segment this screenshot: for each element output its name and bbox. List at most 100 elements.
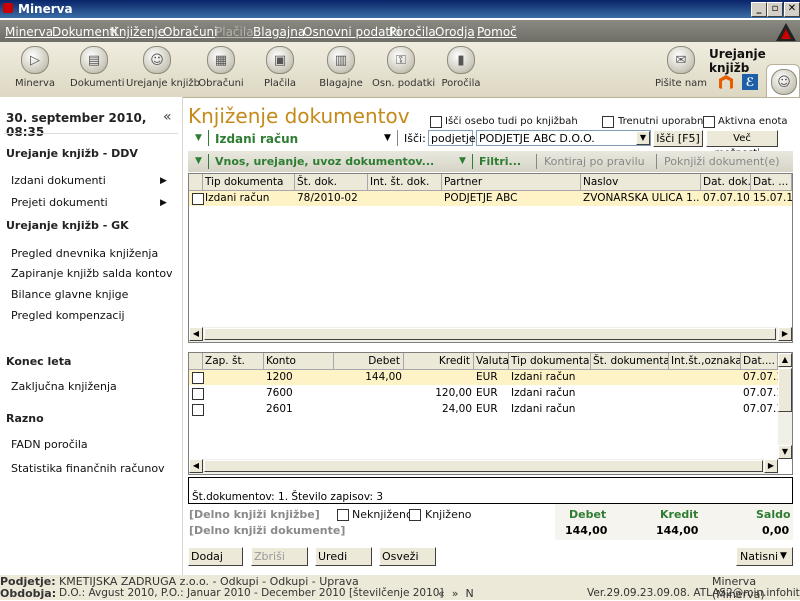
row-checkbox[interactable] — [192, 372, 204, 384]
toolbar-placila[interactable]: ▣ Plačila — [259, 46, 301, 89]
partner-dropdown-icon[interactable]: ▼ — [636, 131, 650, 145]
vec-moznosti-button[interactable]: Več možnosti... — [706, 130, 778, 159]
search-input[interactable]: podjetje — [428, 130, 476, 146]
delno-knjizi-knjizbe[interactable]: [Delno knjiži knjižbe] — [189, 508, 320, 521]
close-button[interactable]: ✕ — [784, 2, 800, 17]
table-row[interactable]: 2601 24,00 EUR Izdani račun 07.07.1 — [189, 402, 778, 417]
chk-isci-po-knjizbah[interactable] — [430, 116, 442, 128]
isci-button[interactable]: Išči [F5] — [653, 130, 703, 147]
minimize-button[interactable]: _ — [751, 2, 767, 17]
app-logo-icon[interactable]: ℰ — [742, 74, 758, 90]
menu-orodja[interactable]: Orodja — [435, 25, 475, 39]
col-st-dok[interactable]: Št. dok. — [295, 174, 368, 190]
zbrisi-button[interactable]: Zbriši — [251, 547, 308, 566]
nav-izdani-dokumenti[interactable]: Izdani dokumenti — [11, 174, 106, 187]
row-checkbox[interactable] — [192, 388, 204, 400]
period-nav-buttons[interactable]: « » N — [438, 587, 474, 600]
dropdown-arrow-icon[interactable]: ▼ — [384, 133, 391, 143]
delno-knjizi-dokumente[interactable]: [Delno knjiži dokumente] — [189, 524, 345, 537]
menu-knjizenje[interactable]: Knjiženje — [111, 25, 165, 39]
scroll-thumb[interactable] — [778, 368, 792, 412]
toolbar-dokumenti[interactable]: ▤ Dokumenti — [70, 46, 125, 89]
nav-pregled-dnevnika[interactable]: Pregled dnevnika knjiženja — [11, 247, 158, 260]
scroll-up-icon[interactable]: ▲ — [778, 353, 792, 367]
menu-blagajna[interactable]: Blagajna — [253, 25, 305, 39]
col-int-st-dok[interactable]: Int. št. dok. — [368, 174, 442, 190]
toolbar-osn-podatki[interactable]: ⚿ Osn. podatki — [372, 46, 435, 89]
magento-icon[interactable] — [718, 74, 734, 90]
chk-neknjizeno[interactable] — [337, 509, 349, 521]
scroll-down-icon[interactable]: ▼ — [778, 445, 792, 459]
col-st-dokumenta[interactable]: Št. dokumenta — [591, 353, 669, 369]
col-dat-dok[interactable]: Dat. dok. — [701, 174, 751, 190]
nav-prejeti-dokumenti[interactable]: Prejeti dokumenti — [11, 196, 108, 209]
col-kredit[interactable]: Kredit — [404, 353, 474, 369]
table-row[interactable]: 7600 120,00 EUR Izdani račun 07.07.1 — [189, 386, 778, 401]
osvezi-button[interactable]: Osveži — [379, 547, 436, 566]
table-row[interactable]: Izdani račun 78/2010-02 PODJETJE ABC ZVO… — [189, 191, 792, 206]
minerva-logo-icon — [776, 23, 796, 41]
toolbar-urejanje-knjizb[interactable]: ☺ Urejanje knjižb — [126, 46, 200, 89]
col-int-st-oznaka[interactable]: Int.št.,oznaka — [669, 353, 741, 369]
col-naslov[interactable]: Naslov — [581, 174, 701, 190]
toolbar-porocila[interactable]: ▮ Poročila — [440, 46, 482, 89]
col-tip-dokumenta[interactable]: Tip dokumenta — [203, 174, 295, 190]
cell-int-st — [671, 386, 741, 401]
chk-aktivna-enota[interactable] — [703, 116, 715, 128]
scroll-right-icon[interactable]: ▶ — [764, 459, 778, 473]
divider — [536, 154, 537, 169]
menu-osnovni-podatki[interactable]: Osnovni podatki — [303, 25, 400, 39]
poknjizi-button[interactable]: Poknjiži dokument(e) — [664, 155, 780, 168]
scroll-left-icon[interactable]: ◀ — [189, 459, 203, 473]
row-checkbox[interactable] — [192, 404, 204, 416]
partner-select[interactable]: PODJETJE ABC D.O.O. — [476, 130, 651, 146]
vnos-urejanje-menu[interactable]: Vnos, urejanje, uvoz dokumentov... — [215, 155, 434, 168]
kontiraj-button[interactable]: Kontiraj po pravilu — [544, 155, 645, 168]
col-dat-other[interactable]: Dat. ... — [751, 174, 792, 190]
nav-statistika[interactable]: Statistika finančnih računov — [11, 462, 165, 475]
col-valuta[interactable]: Valuta — [474, 353, 509, 369]
uredi-button[interactable]: Uredi — [315, 547, 372, 566]
col-partner[interactable]: Partner — [442, 174, 581, 190]
col-dat[interactable]: Dat.... — [741, 353, 778, 369]
nav-bilance[interactable]: Bilance glavne knjige — [11, 288, 128, 301]
menu-obracuni[interactable]: Obračuni — [163, 25, 218, 39]
doc-type-select[interactable]: Izdani račun — [215, 132, 298, 146]
menu-porocila[interactable]: Poročila — [389, 25, 436, 39]
col-tip-dokumenta[interactable]: Tip dokumenta — [509, 353, 591, 369]
row-checkbox[interactable] — [192, 193, 204, 205]
nav-fadn-porocila[interactable]: FADN poročila — [11, 438, 88, 451]
scroll-thumb[interactable] — [204, 460, 763, 472]
lines-horizontal-scrollbar[interactable]: ◀ ▶ — [189, 459, 778, 474]
section-ddv: Urejanje knjižb - DDV — [6, 147, 138, 160]
lines-vertical-scrollbar[interactable]: ▲ ▼ — [778, 353, 792, 459]
scroll-left-icon[interactable]: ◀ — [189, 327, 203, 341]
toolbar-pisite-nam[interactable]: ✉ Pišite nam — [655, 46, 707, 89]
scroll-thumb[interactable] — [204, 328, 776, 340]
menu-dokumenti[interactable]: Dokumenti — [52, 25, 117, 39]
maximize-button[interactable]: ▫ — [767, 2, 783, 17]
chk-knjizeno[interactable] — [409, 509, 421, 521]
dodaj-button[interactable]: Dodaj — [188, 547, 243, 566]
toolbar-obracuni[interactable]: ▦ Obračuni — [198, 46, 244, 89]
nav-pregled-kompenzacij[interactable]: Pregled kompenzacij — [11, 309, 125, 322]
nav-zapiranje-knjizb[interactable]: Zapiranje knjižb salda kontov — [11, 267, 173, 280]
table-row[interactable]: 1200 144,00 EUR Izdani račun 07.07.1 — [189, 370, 778, 385]
menu-pomoc[interactable]: Pomoč — [477, 25, 517, 39]
menu-minerva[interactable]: Minerva — [5, 25, 53, 39]
docs-horizontal-scrollbar[interactable]: ◀ ▶ — [189, 327, 792, 342]
total-debet-label: Debet — [569, 508, 607, 521]
menu-placila[interactable]: Plačila — [215, 25, 254, 39]
col-debet[interactable]: Debet — [334, 353, 404, 369]
filtri-button[interactable]: Filtri... — [479, 155, 521, 168]
collapse-panel-button[interactable]: « — [163, 109, 172, 125]
nav-zakljucna-knjizenja[interactable]: Zaključna knjiženja — [11, 380, 117, 393]
toolbar-blagajne[interactable]: ▥ Blagajne — [318, 46, 364, 89]
natisni-button[interactable]: Natisni ▼ — [736, 547, 793, 566]
active-module-tab[interactable]: ☺ — [766, 64, 800, 97]
col-konto[interactable]: Konto — [264, 353, 334, 369]
col-zap-st[interactable]: Zap. št. — [203, 353, 264, 369]
toolbar-minerva[interactable]: ▷ Minerva — [12, 46, 58, 89]
scroll-right-icon[interactable]: ▶ — [778, 327, 792, 341]
chk-trenutni-uporabnik[interactable] — [602, 116, 614, 128]
